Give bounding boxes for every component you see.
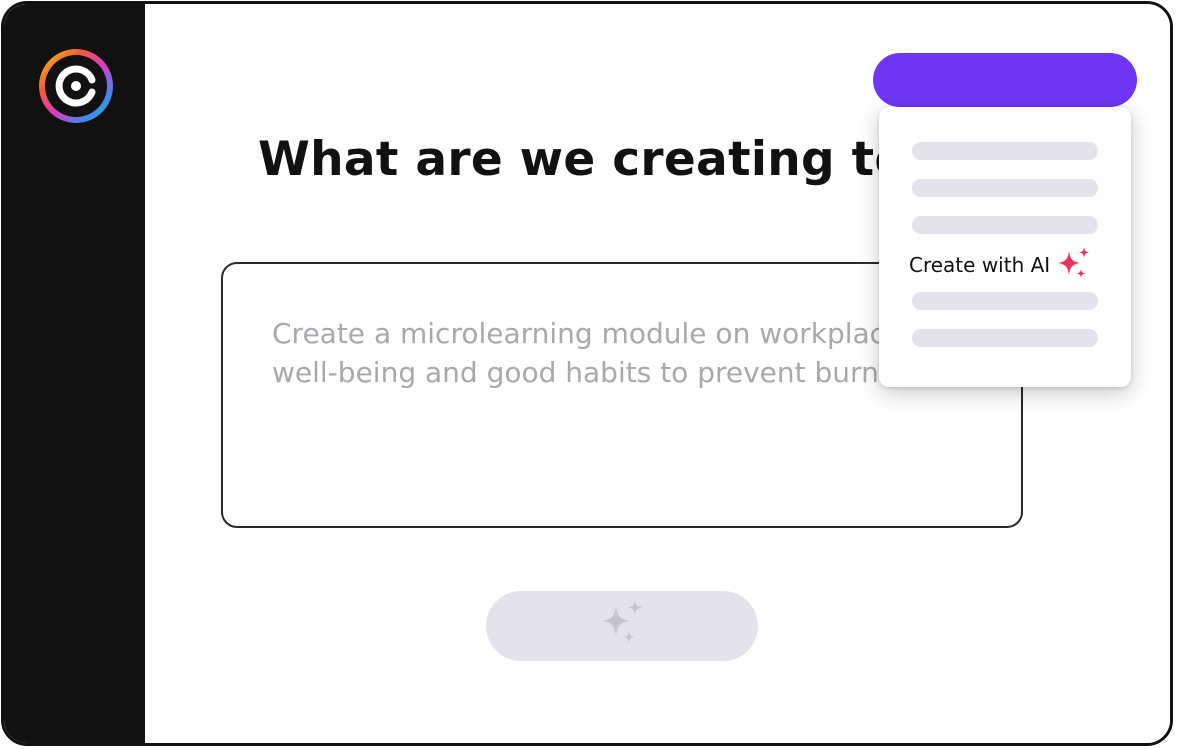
menu-item-label: Create with AI	[909, 253, 1051, 277]
menu-item-placeholder[interactable]	[912, 216, 1098, 234]
logo-icon[interactable]	[37, 47, 115, 125]
dropdown-menu: Create with AI	[879, 107, 1131, 387]
menu-trigger-button[interactable]	[873, 53, 1137, 107]
generate-button[interactable]	[486, 591, 758, 661]
menu-item-placeholder[interactable]	[912, 142, 1098, 160]
menu-item-placeholder[interactable]	[912, 329, 1098, 347]
sparkle-icon	[1058, 247, 1090, 278]
menu-item-placeholder[interactable]	[912, 292, 1098, 310]
sidebar	[4, 4, 145, 743]
sparkle-icon	[602, 600, 643, 643]
menu-item-placeholder[interactable]	[912, 179, 1098, 197]
menu-item-create-with-ai[interactable]: Create with AI	[909, 245, 1094, 285]
